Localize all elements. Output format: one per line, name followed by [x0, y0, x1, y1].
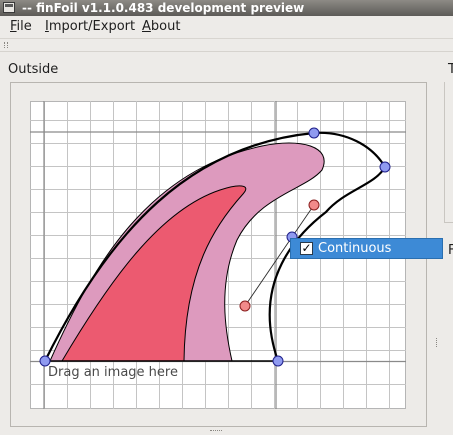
- menu-about-label: bout: [150, 19, 181, 34]
- continuous-checkbox[interactable]: ✓: [300, 242, 313, 255]
- right-panel-label: T: [448, 62, 453, 77]
- outside-section-label: Outside: [8, 62, 59, 77]
- right-panel-handle[interactable]: [436, 338, 440, 347]
- menu-file[interactable]: File: [9, 18, 33, 36]
- toolbar-grip[interactable]: [0, 39, 453, 52]
- outline-point-tip[interactable]: [379, 161, 391, 173]
- menu-bar: File Import/Export About: [0, 16, 453, 39]
- control-point-upper[interactable]: [308, 199, 320, 211]
- bottom-splitter-grip[interactable]: [210, 430, 222, 434]
- menu-about-mnemonic: A: [142, 19, 151, 34]
- drop-image-hint: Drag an image here: [48, 365, 178, 380]
- outline-point-base-right[interactable]: [272, 355, 284, 367]
- outline-point-top[interactable]: [308, 127, 320, 139]
- right-panel-label-2: F: [448, 243, 453, 258]
- context-menu-continuous[interactable]: ✓ Continuous: [290, 238, 443, 259]
- menu-import-export[interactable]: Import/Export: [44, 18, 136, 36]
- control-point-lower[interactable]: [239, 300, 251, 312]
- window-icon[interactable]: [3, 2, 15, 13]
- menu-about[interactable]: About: [141, 18, 181, 36]
- menu-file-label: ile: [16, 19, 32, 34]
- menu-import-export-label: mport/Export: [48, 19, 136, 34]
- title-bar: -- finFoil v1.1.0.483 development previe…: [0, 0, 453, 16]
- right-panel: [444, 82, 453, 223]
- window-title: -- finFoil v1.1.0.483 development previe…: [22, 1, 305, 15]
- continuous-label: Continuous: [318, 241, 392, 256]
